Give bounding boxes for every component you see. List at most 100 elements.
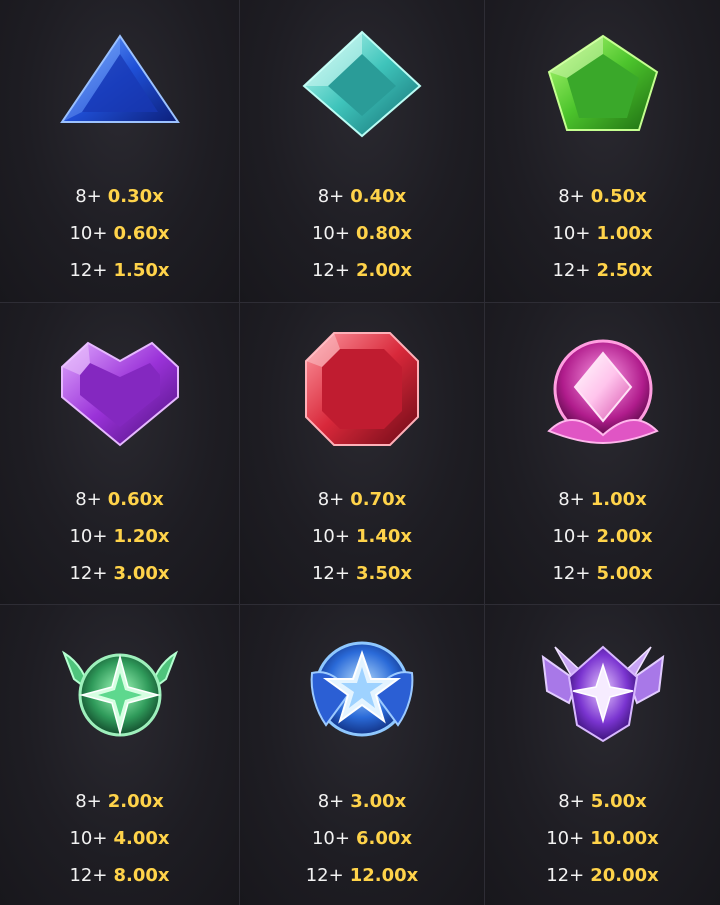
payout-multiplier: 1.50x (113, 260, 170, 281)
pay-line: 10+ 2.00x (485, 518, 720, 555)
blue-triangle-gem-icon (50, 24, 190, 164)
pay-line: 10+ 10.00x (485, 820, 720, 857)
symbol-count: 8+ (75, 489, 102, 510)
pay-line: 10+ 4.00x (0, 820, 239, 857)
pay-line: 10+ 1.20x (0, 518, 239, 555)
symbol-count: 8+ (75, 791, 102, 812)
payout-multiplier: 0.60x (113, 223, 170, 244)
payout-multiplier: 2.00x (355, 260, 413, 281)
payout-multiplier: 5.00x (590, 791, 647, 812)
symbol-count: 12+ (311, 260, 350, 281)
green-star-emblem-icon (50, 629, 190, 769)
paytable-grid: 8+ 0.30x 10+ 0.60x 12+ 1.50x 8+ 0.40x 10+ 0.8… (0, 0, 720, 905)
payout-multiplier: 10.00x (590, 828, 659, 849)
pay-list: 8+ 3.00x 10+ 6.00x 12+ 12.00x (240, 783, 484, 894)
payout-multiplier: 1.00x (596, 223, 653, 244)
symbol-count: 12+ (552, 260, 591, 281)
payout-multiplier: 0.80x (355, 223, 413, 244)
payout-multiplier: 4.00x (113, 828, 170, 849)
pay-line: 12+ 8.00x (0, 857, 239, 894)
payout-multiplier: 1.20x (113, 526, 170, 547)
symbol-count: 8+ (75, 186, 102, 207)
pay-list: 8+ 0.30x 10+ 0.60x 12+ 1.50x (0, 178, 239, 289)
pay-line: 8+ 0.50x (485, 178, 720, 215)
pay-line: 8+ 2.00x (0, 783, 239, 820)
symbol-count: 8+ (317, 186, 345, 207)
payout-multiplier: 1.00x (590, 489, 647, 510)
paytable-cell-blue-star-bow-emblem: 8+ 3.00x 10+ 6.00x 12+ 12.00x (240, 605, 485, 905)
symbol-count: 8+ (317, 489, 345, 510)
pay-list: 8+ 0.60x 10+ 1.20x 12+ 3.00x (0, 481, 239, 592)
paytable-cell-green-pentagon: 8+ 0.50x 10+ 1.00x 12+ 2.50x (485, 0, 720, 303)
symbol-count: 8+ (317, 791, 345, 812)
paytable-cell-violet-winged-star-emblem: 8+ 5.00x 10+ 10.00x 12+ 20.00x (485, 605, 720, 905)
payout-multiplier: 0.40x (350, 186, 407, 207)
payout-multiplier: 1.40x (355, 526, 413, 547)
pay-line: 12+ 1.50x (0, 252, 239, 289)
pay-line: 8+ 3.00x (240, 783, 484, 820)
pay-list: 8+ 0.40x 10+ 0.80x 12+ 2.00x (240, 178, 484, 289)
payout-multiplier: 20.00x (590, 865, 659, 886)
symbol-count: 8+ (558, 186, 585, 207)
symbol-count: 10+ (311, 526, 350, 547)
payout-multiplier: 12.00x (349, 865, 419, 886)
pay-line: 8+ 1.00x (485, 481, 720, 518)
payout-multiplier: 2.50x (596, 260, 653, 281)
pay-line: 10+ 6.00x (240, 820, 484, 857)
symbol-count: 10+ (69, 223, 108, 244)
pay-list: 8+ 5.00x 10+ 10.00x 12+ 20.00x (485, 783, 720, 894)
green-pentagon-gem-icon (533, 24, 673, 164)
pay-line: 10+ 1.00x (485, 215, 720, 252)
payout-multiplier: 2.00x (596, 526, 653, 547)
pay-line: 10+ 0.80x (240, 215, 484, 252)
payout-multiplier: 2.00x (107, 791, 164, 812)
payout-multiplier: 3.50x (355, 563, 413, 584)
pay-line: 10+ 1.40x (240, 518, 484, 555)
paytable-cell-pink-lotus: 8+ 1.00x 10+ 2.00x 12+ 5.00x (485, 303, 720, 605)
pay-line: 12+ 3.00x (0, 555, 239, 592)
pay-line: 10+ 0.60x (0, 215, 239, 252)
payout-multiplier: 8.00x (113, 865, 170, 886)
paytable-cell-green-star-emblem: 8+ 2.00x 10+ 4.00x 12+ 8.00x (0, 605, 240, 905)
symbol-count: 12+ (311, 563, 350, 584)
pay-list: 8+ 2.00x 10+ 4.00x 12+ 8.00x (0, 783, 239, 894)
symbol-count: 10+ (552, 526, 591, 547)
payout-multiplier: 0.50x (590, 186, 647, 207)
symbol-count: 12+ (69, 865, 108, 886)
payout-multiplier: 0.70x (350, 489, 407, 510)
pay-line: 12+ 20.00x (485, 857, 720, 894)
pay-line: 12+ 2.50x (485, 252, 720, 289)
paytable-cell-blue-triangle: 8+ 0.30x 10+ 0.60x 12+ 1.50x (0, 0, 240, 303)
symbol-count: 10+ (552, 223, 591, 244)
paytable-cell-teal-diamond: 8+ 0.40x 10+ 0.80x 12+ 2.00x (240, 0, 485, 303)
symbol-count: 12+ (546, 865, 585, 886)
symbol-count: 8+ (558, 489, 585, 510)
payout-multiplier: 0.60x (107, 489, 164, 510)
pay-line: 8+ 0.30x (0, 178, 239, 215)
payout-multiplier: 0.30x (107, 186, 164, 207)
pink-lotus-gem-icon (533, 327, 673, 467)
payout-multiplier: 5.00x (596, 563, 653, 584)
red-octagon-gem-icon (292, 327, 432, 467)
symbol-count: 10+ (546, 828, 585, 849)
symbol-count: 12+ (69, 563, 108, 584)
pay-line: 12+ 12.00x (240, 857, 484, 894)
symbol-count: 12+ (305, 865, 344, 886)
blue-star-bow-emblem-icon (292, 629, 432, 769)
payout-multiplier: 6.00x (355, 828, 413, 849)
pay-line: 8+ 0.60x (0, 481, 239, 518)
pay-line: 12+ 2.00x (240, 252, 484, 289)
paytable-cell-red-octagon: 8+ 0.70x 10+ 1.40x 12+ 3.50x (240, 303, 485, 605)
pay-line: 8+ 0.40x (240, 178, 484, 215)
symbol-count: 12+ (69, 260, 108, 281)
payout-multiplier: 3.00x (113, 563, 170, 584)
pay-list: 8+ 1.00x 10+ 2.00x 12+ 5.00x (485, 481, 720, 592)
symbol-count: 8+ (558, 791, 585, 812)
pay-line: 12+ 5.00x (485, 555, 720, 592)
purple-heart-gem-icon (50, 327, 190, 467)
symbol-count: 10+ (69, 828, 108, 849)
pay-list: 8+ 0.70x 10+ 1.40x 12+ 3.50x (240, 481, 484, 592)
symbol-count: 10+ (311, 828, 350, 849)
teal-diamond-gem-icon (292, 24, 432, 164)
pay-line: 8+ 0.70x (240, 481, 484, 518)
